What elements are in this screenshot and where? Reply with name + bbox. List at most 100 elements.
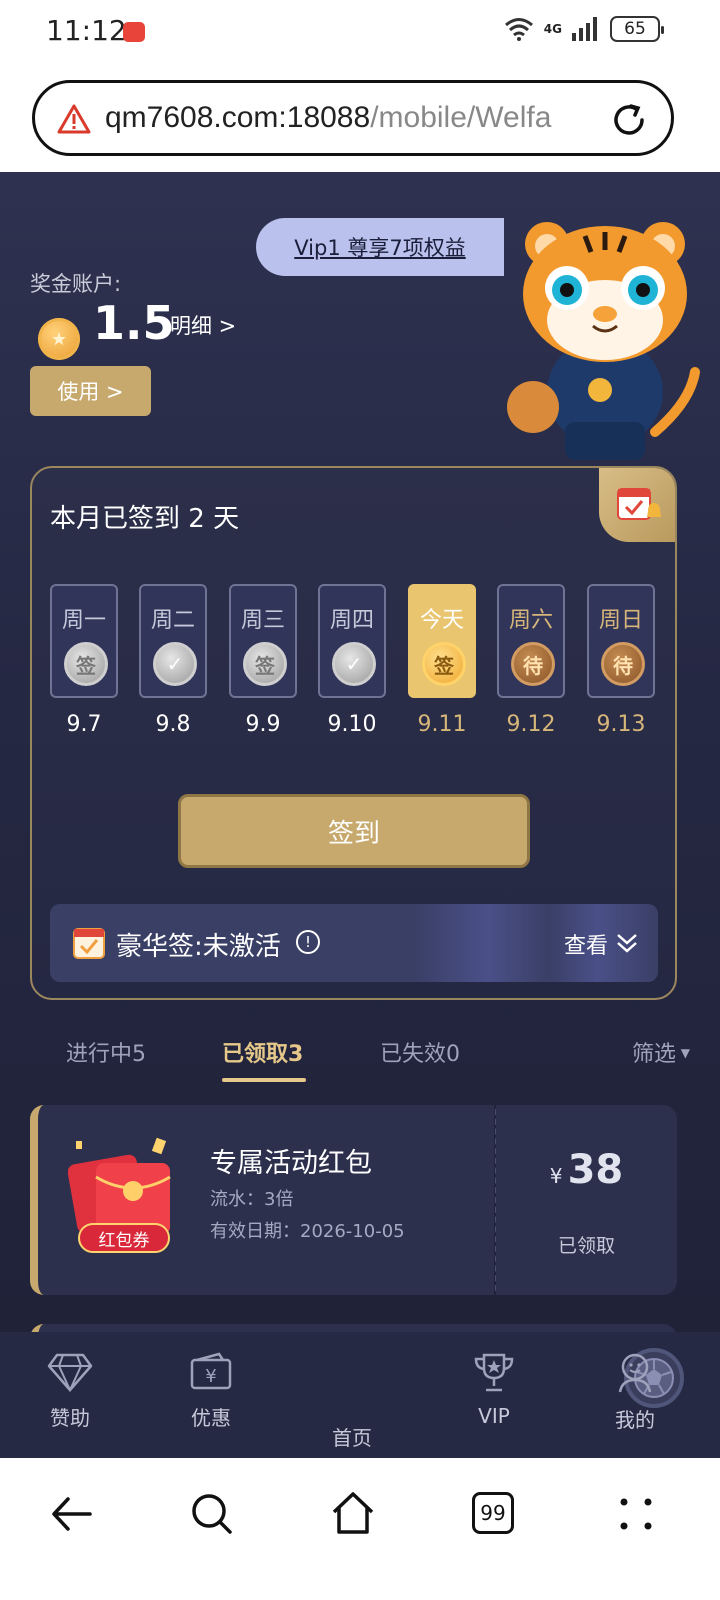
calendar-bell-icon bbox=[599, 468, 675, 542]
svg-text:¥: ¥ bbox=[205, 1366, 216, 1387]
coupon-turnover: 流水：3倍 bbox=[210, 1189, 294, 1210]
day-cell-sun: 周日 待 bbox=[587, 584, 655, 698]
day-cell-thu: 周四 ✓ bbox=[318, 584, 386, 698]
network-type: 4G bbox=[543, 22, 562, 36]
caret-down-icon[interactable]: ▼ bbox=[681, 1046, 690, 1060]
coupon-valid-date: 有效日期：2026-10-05 bbox=[210, 1221, 405, 1242]
vip-benefits-banner[interactable]: Vip1 尊享7项权益 bbox=[256, 218, 504, 276]
tab-in-progress[interactable]: 进行中5 bbox=[66, 1036, 146, 1068]
day-label: 周日 bbox=[598, 608, 643, 633]
wifi-icon bbox=[504, 18, 533, 41]
nav-label: VIP bbox=[478, 1404, 510, 1428]
status-bar: 11:12 4G 65 bbox=[0, 0, 720, 64]
day-cell-today[interactable]: 今天 签 bbox=[408, 584, 476, 698]
day-label: 周六 bbox=[508, 608, 553, 633]
nav-sponsor[interactable]: 赞助 bbox=[20, 1352, 120, 1431]
tabs-count-icon[interactable]: 99 bbox=[472, 1492, 514, 1534]
url-host: qm7608.com:18088 bbox=[105, 101, 371, 134]
coupon-card[interactable]: 红包券 专属活动红包 流水：3倍 有效日期：2026-10-05 ¥ 38 已领… bbox=[30, 1105, 677, 1295]
day-label: 周一 bbox=[61, 608, 106, 633]
double-chevron-down-icon[interactable] bbox=[616, 932, 638, 954]
reload-icon[interactable] bbox=[609, 100, 649, 140]
day-date: 9.11 bbox=[417, 712, 467, 737]
day-date: 9.7 bbox=[66, 712, 102, 737]
signed-badge-icon: 签 bbox=[243, 642, 287, 686]
day-label: 周四 bbox=[329, 608, 374, 633]
signin-button[interactable]: 签到 bbox=[178, 794, 530, 868]
nav-mine[interactable]: 我的 bbox=[585, 1352, 685, 1433]
day-date: 9.13 bbox=[596, 712, 646, 737]
warning-icon[interactable] bbox=[57, 103, 91, 135]
status-time: 11:12 bbox=[46, 14, 127, 47]
bonus-amount: 1.5 bbox=[93, 296, 175, 350]
luxury-status-text: 豪华签:未激活 bbox=[116, 932, 281, 962]
day-cell-tue: 周二 ✓ bbox=[139, 584, 207, 698]
use-button[interactable]: 使用 > bbox=[30, 366, 151, 416]
home-icon[interactable] bbox=[330, 1490, 376, 1536]
check-badge-icon: ✓ bbox=[153, 642, 197, 686]
nav-home[interactable]: 首页 bbox=[302, 1348, 684, 1451]
info-icon[interactable]: ! bbox=[296, 930, 320, 954]
day-date: 9.8 bbox=[155, 712, 191, 737]
day-cell-wed: 周三 签 bbox=[229, 584, 297, 698]
person-icon bbox=[618, 1353, 652, 1393]
trophy-icon bbox=[474, 1353, 514, 1392]
tab-expired[interactable]: 已失效0 bbox=[380, 1036, 460, 1068]
back-arrow-icon[interactable] bbox=[50, 1494, 94, 1534]
status-icons: 4G 65 bbox=[504, 16, 664, 42]
url-text[interactable]: qm7608.com:18088/mobile/Welfa bbox=[105, 101, 585, 135]
tab-claimed[interactable]: 已领取3 bbox=[222, 1036, 303, 1068]
coupon-info: 红包券 专属活动红包 流水：3倍 有效日期：2026-10-05 bbox=[30, 1105, 494, 1295]
day-date: 9.10 bbox=[327, 712, 377, 737]
luxury-signin-bar[interactable]: 豪华签:未激活 ! 查看 bbox=[50, 904, 658, 982]
pending-badge-icon: 待 bbox=[601, 642, 645, 686]
url-path: /mobile/Welfa bbox=[370, 101, 552, 134]
day-label: 今天 bbox=[419, 608, 464, 633]
day-date: 9.9 bbox=[245, 712, 281, 737]
battery-icon: 65 bbox=[610, 16, 664, 42]
diamond-icon bbox=[47, 1353, 93, 1392]
detail-link[interactable]: 明细 > bbox=[170, 310, 236, 340]
coupon-status: 已领取 bbox=[557, 1235, 615, 1257]
red-envelope-badge: 红包券 bbox=[78, 1223, 170, 1253]
app-bottom-nav: 赞助 ¥ 优惠 首页 VIP 我的 bbox=[0, 1332, 720, 1458]
nav-label: 我的 bbox=[615, 1408, 655, 1432]
coupon-value-panel: ¥ 38 已领取 bbox=[496, 1105, 677, 1295]
welfare-page: Vip1 尊享7项权益 奖金账户: ★ 1.5 明细 > 使用 > 本月已签到 … bbox=[0, 172, 720, 1458]
coin-icon: ★ bbox=[38, 318, 80, 360]
coupon-icon: ¥ bbox=[190, 1352, 232, 1390]
signin-card: 本月已签到 2 天 周一 签 9.7 周二 ✓ 9.8 周三 签 9.9 周四 bbox=[30, 466, 677, 1000]
signed-badge-icon: 签 bbox=[64, 642, 108, 686]
day-cell-mon: 周一 签 bbox=[50, 584, 118, 698]
nav-promotions[interactable]: ¥ 优惠 bbox=[161, 1352, 261, 1431]
search-icon[interactable] bbox=[190, 1492, 234, 1536]
check-badge-icon: ✓ bbox=[332, 642, 376, 686]
view-link[interactable]: 查看 bbox=[564, 928, 608, 960]
nav-vip[interactable]: VIP bbox=[444, 1352, 544, 1428]
signal-icon bbox=[572, 17, 597, 41]
calendar-check-icon bbox=[73, 928, 105, 959]
day-date: 9.12 bbox=[506, 712, 556, 737]
nav-label: 首页 bbox=[332, 1426, 372, 1450]
coupon-title: 专属活动红包 bbox=[210, 1148, 372, 1179]
coupon-amount: 38 bbox=[567, 1147, 624, 1193]
day-label: 周二 bbox=[150, 608, 195, 633]
signin-title: 本月已签到 2 天 bbox=[50, 504, 240, 534]
tiger-mascot-icon bbox=[507, 222, 700, 460]
more-menu-icon[interactable] bbox=[616, 1494, 656, 1534]
filter-button[interactable]: 筛选 bbox=[632, 1036, 676, 1068]
bonus-account-label: 奖金账户: bbox=[30, 272, 122, 296]
notification-icon bbox=[123, 22, 145, 42]
vip-benefits-link[interactable]: Vip1 尊享7项权益 bbox=[294, 232, 465, 262]
active-tab-indicator bbox=[222, 1078, 306, 1082]
sign-today-badge-icon: 签 bbox=[422, 642, 466, 686]
pending-badge-icon: 待 bbox=[511, 642, 555, 686]
currency-symbol: ¥ bbox=[549, 1164, 563, 1188]
address-bar[interactable]: qm7608.com:18088/mobile/Welfa bbox=[32, 80, 674, 156]
nav-label: 赞助 bbox=[50, 1406, 90, 1430]
nav-label: 优惠 bbox=[191, 1406, 231, 1430]
day-cell-sat: 周六 待 bbox=[497, 584, 565, 698]
day-label: 周三 bbox=[240, 608, 285, 633]
system-nav-bar: 99 bbox=[0, 1458, 720, 1600]
coupon-price: ¥ 38 bbox=[496, 1147, 677, 1193]
